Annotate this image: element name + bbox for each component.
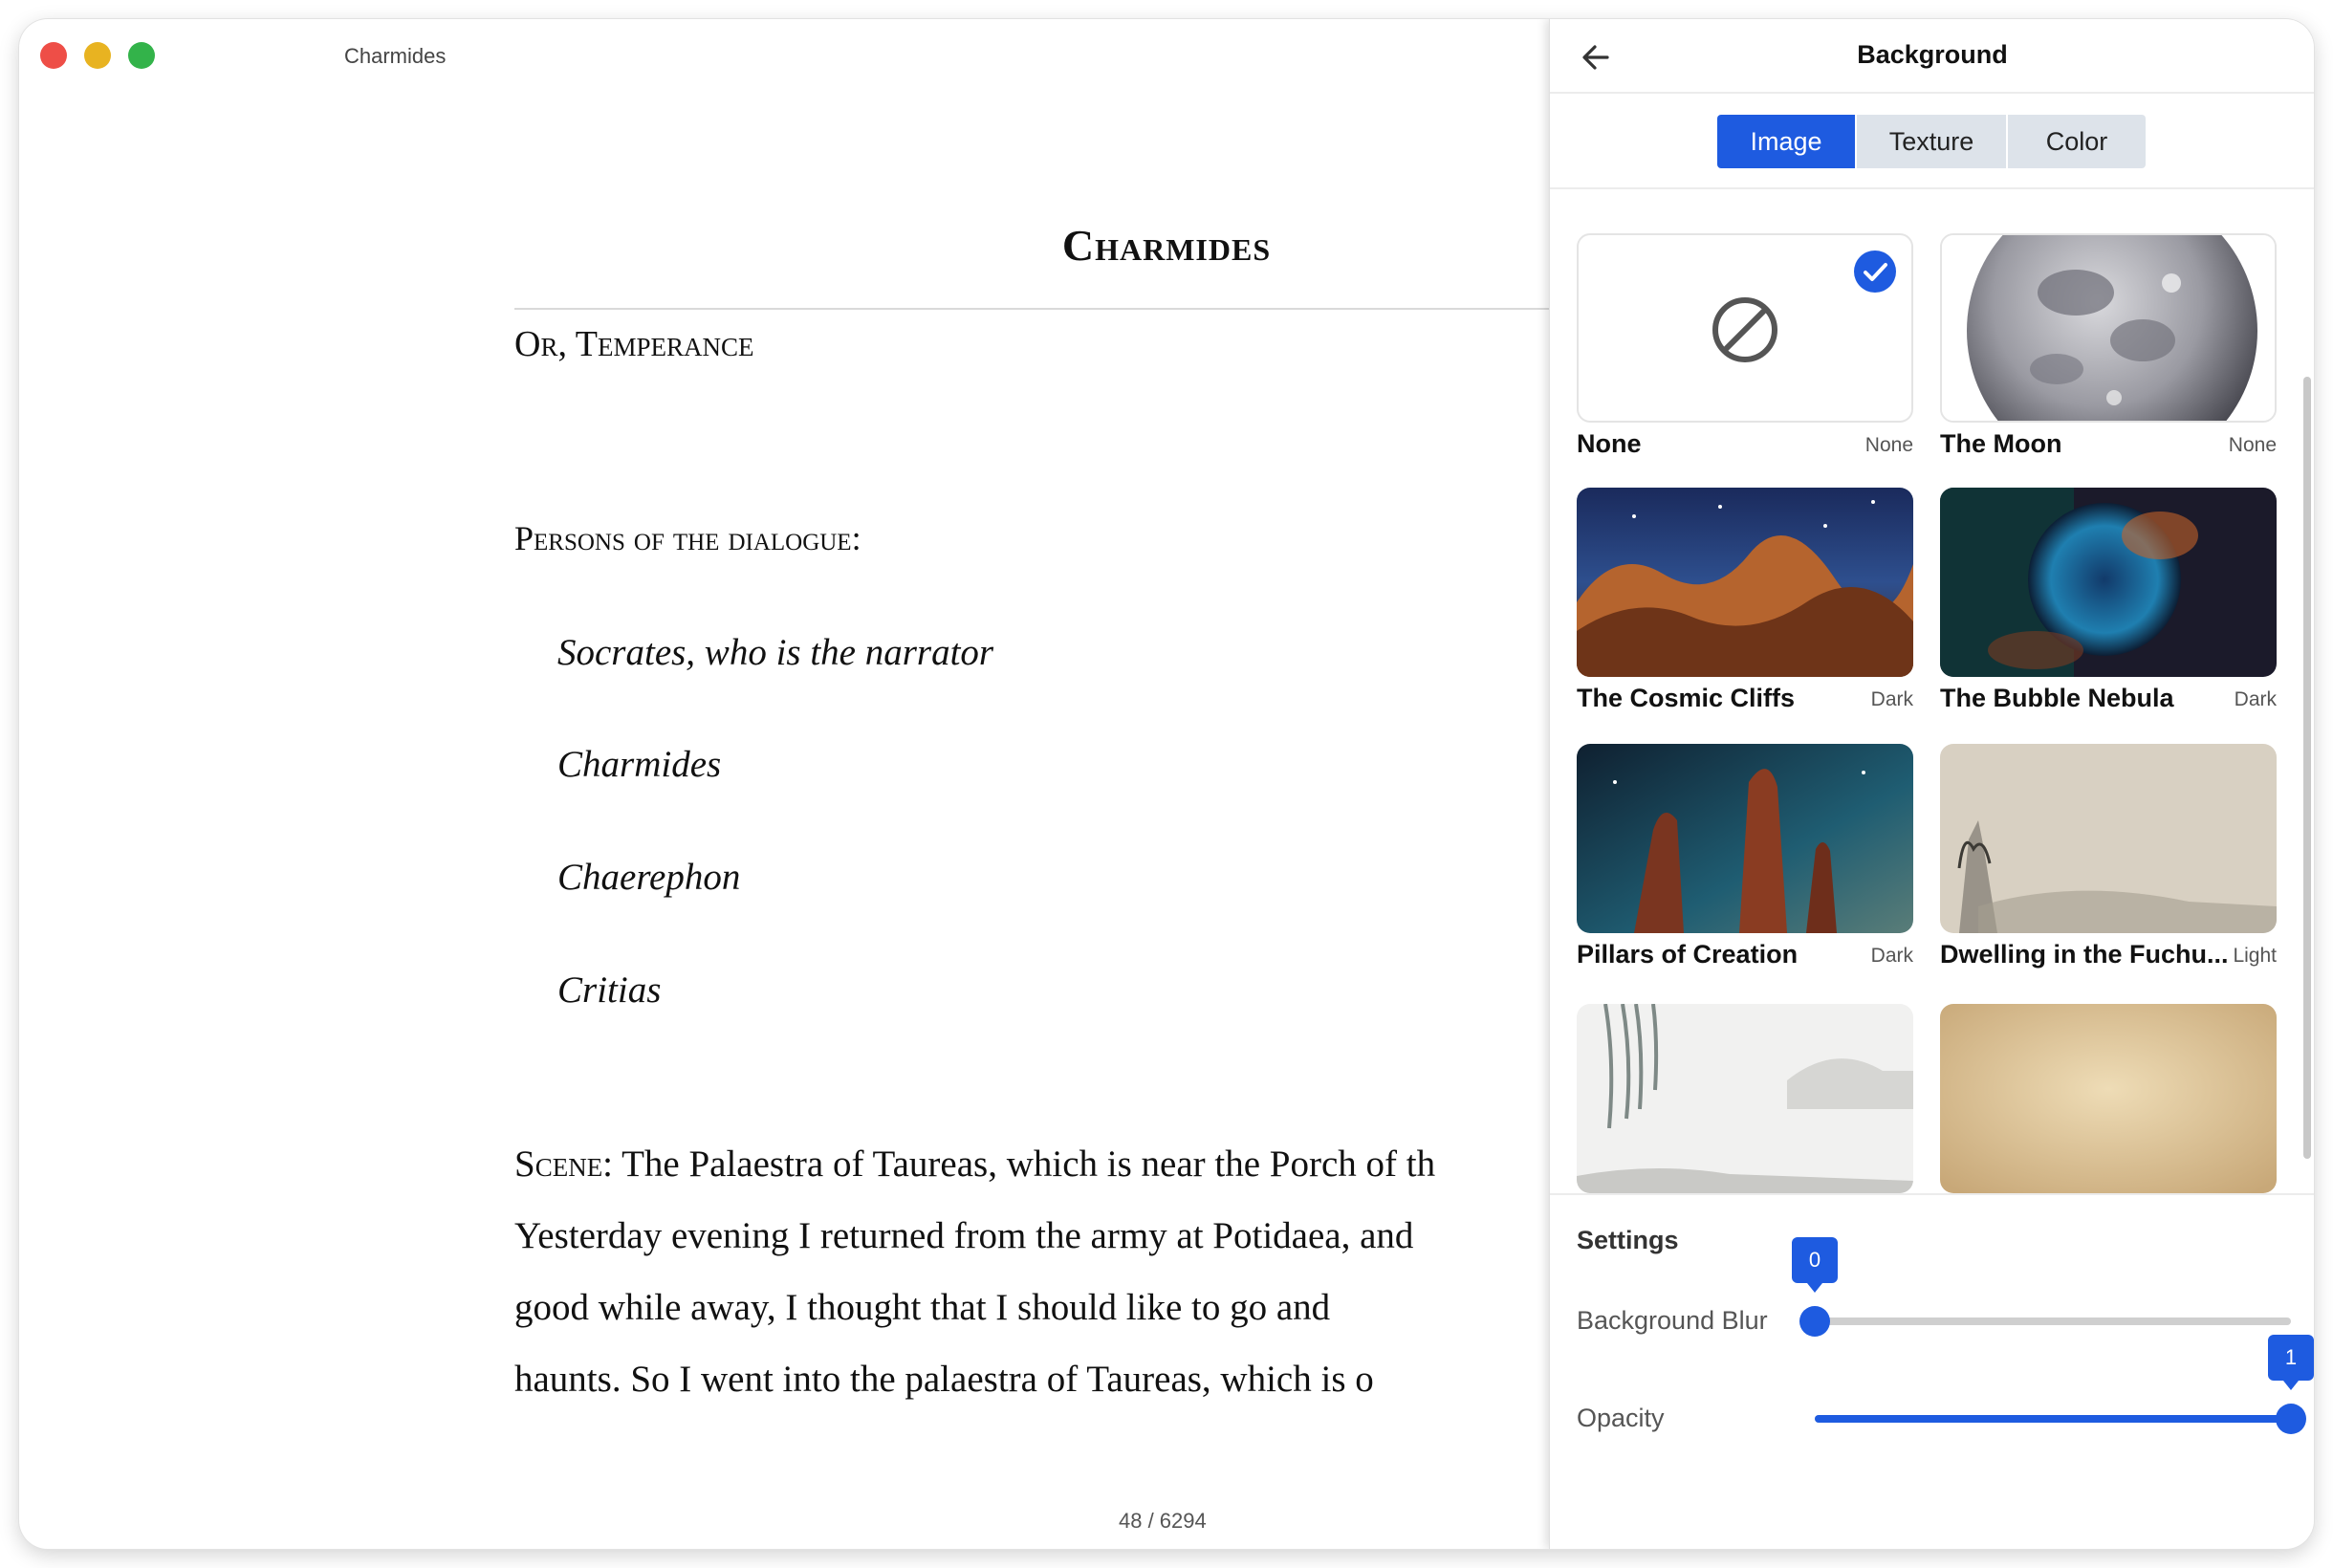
background-card-bubble-nebula[interactable]: The Bubble Nebula Dark xyxy=(1940,488,2277,712)
tab-color[interactable]: Color xyxy=(2008,115,2146,168)
card-name: The Moon xyxy=(1940,429,2062,458)
background-tabs: Image Texture Color xyxy=(1717,115,2146,168)
scene-line: good while away, I thought that I should… xyxy=(514,1287,1331,1328)
opacity-slider[interactable]: 1 xyxy=(1815,1335,2314,1434)
background-card-moon[interactable]: The Moon None xyxy=(1940,233,2277,458)
person-entry: Socrates, who is the narrator xyxy=(557,632,994,673)
scene-line: haunts. So I went into the palaestra of … xyxy=(514,1359,1374,1400)
opacity-label: Opacity xyxy=(1577,1404,1665,1432)
reader-view: Charmides Or, Temperance Persons of the … xyxy=(19,19,1566,1549)
person-entry: Critias xyxy=(557,969,662,1011)
tab-texture[interactable]: Texture xyxy=(1857,115,2006,168)
background-card-cosmic-cliffs[interactable]: The Cosmic Cliffs Dark xyxy=(1577,488,1913,712)
card-tag: None xyxy=(1864,434,1913,456)
background-blur-slider[interactable]: 0 xyxy=(1792,1237,2291,1337)
cosmic-cliffs-image xyxy=(1577,488,1913,677)
slider-knob[interactable] xyxy=(1799,1306,1830,1337)
page-counter: 48 / 6294 xyxy=(1119,1509,1207,1533)
card-tag: Dark xyxy=(2234,688,2277,710)
background-panel: Background Image Texture Color None None… xyxy=(1549,19,2314,1549)
bubble-nebula-image xyxy=(1940,488,2277,677)
card-name: Pillars of Creation xyxy=(1577,940,1799,969)
person-entry: Charmides xyxy=(557,744,722,785)
background-thumbnail[interactable] xyxy=(1940,744,2277,933)
scene-line-text: The Palaestra of Taureas, which is near … xyxy=(613,1143,1436,1185)
moon-image xyxy=(1942,235,2275,421)
panel-title: Background xyxy=(1857,40,2008,69)
pillars-of-creation-image xyxy=(1577,744,1913,933)
slider-value-bubble: 0 xyxy=(1792,1237,1838,1293)
scene-line: Yesterday evening I returned from the ar… xyxy=(514,1215,1414,1256)
card-tag: Light xyxy=(2233,945,2277,967)
person-entry: Chaerephon xyxy=(557,857,741,898)
tab-image[interactable]: Image xyxy=(1717,115,1855,168)
settings-divider xyxy=(1550,1193,2314,1195)
background-card-none[interactable]: None None xyxy=(1577,233,1913,458)
app-window: Charmides Charmides Or, Temperance Perso… xyxy=(19,19,2314,1549)
grid-scrollbar[interactable] xyxy=(2303,377,2311,1159)
scene-label: Scene: xyxy=(514,1143,614,1185)
selected-check-icon xyxy=(1854,250,1896,293)
panel-header: Background xyxy=(1550,19,2314,94)
background-card-ink-landscape[interactable] xyxy=(1577,1004,1913,1193)
card-tag: Dark xyxy=(1870,945,1913,967)
book-subtitle: Or, Temperance xyxy=(514,324,754,364)
background-card-dwelling-fuchun[interactable]: Dwelling in the Fuchu... Light xyxy=(1940,744,2277,969)
background-thumbnail[interactable] xyxy=(1940,488,2277,677)
background-thumbnail[interactable] xyxy=(1940,1004,2277,1193)
slider-fill xyxy=(1815,1415,2291,1423)
background-blur-label: Background Blur xyxy=(1577,1306,1768,1335)
card-name: The Bubble Nebula xyxy=(1940,684,2174,712)
dwelling-in-fuchun-image xyxy=(1940,744,2277,933)
scene-paragraph: Scene: The Palaestra of Taureas, which i… xyxy=(514,1128,1566,1415)
background-thumbnail[interactable] xyxy=(1577,1004,1913,1193)
background-grid: None None The Moon None The Cosmic Cliff… xyxy=(1550,189,2314,1193)
background-card-pillars[interactable]: Pillars of Creation Dark xyxy=(1577,744,1913,969)
card-name: None xyxy=(1577,429,1642,458)
background-thumbnail[interactable] xyxy=(1577,744,1913,933)
card-name: The Cosmic Cliffs xyxy=(1577,684,1796,712)
background-thumbnail[interactable] xyxy=(1577,488,1913,677)
card-name: Dwelling in the Fuchu... xyxy=(1940,940,2229,969)
scene-line: Scene: The Palaestra of Taureas, which i… xyxy=(514,1128,1566,1200)
background-card-old-paper[interactable] xyxy=(1940,1004,2277,1193)
slider-knob[interactable] xyxy=(2276,1404,2306,1434)
old-paper-image xyxy=(1940,1004,2277,1193)
settings-title: Settings xyxy=(1577,1226,1679,1254)
ink-landscape-image xyxy=(1577,1004,1913,1193)
card-tag: Dark xyxy=(1870,688,1913,710)
title-divider xyxy=(514,308,1566,310)
persons-heading: Persons of the dialogue: xyxy=(514,519,861,557)
background-thumbnail[interactable] xyxy=(1577,233,1913,423)
slider-value-bubble: 1 xyxy=(2268,1335,2314,1390)
card-tag: None xyxy=(2228,434,2277,456)
background-thumbnail[interactable] xyxy=(1940,233,2277,423)
